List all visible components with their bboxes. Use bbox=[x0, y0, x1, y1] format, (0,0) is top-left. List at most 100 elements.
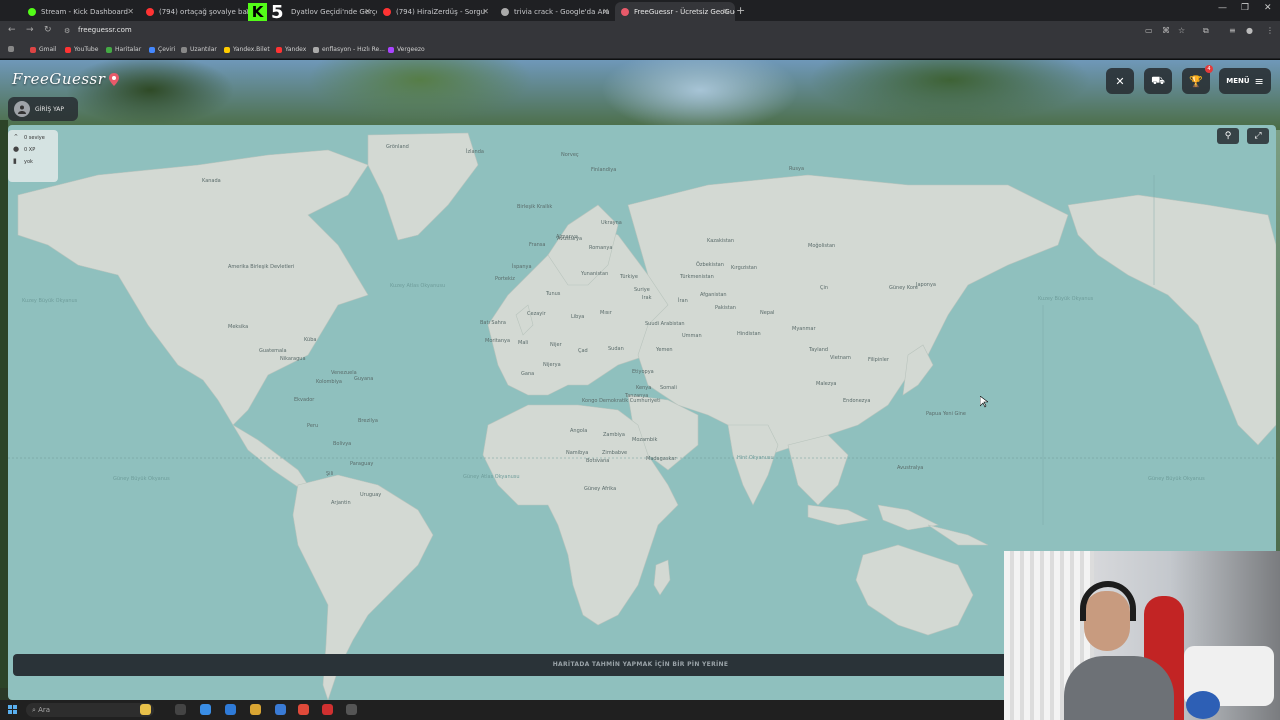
google-icon bbox=[501, 7, 509, 16]
country-label: Kongo Demokratik Cumhuriyeti bbox=[582, 398, 661, 404]
bookmark-uzantilar[interactable]: Uzantılar bbox=[181, 46, 217, 53]
minimize-icon[interactable]: — bbox=[1218, 3, 1227, 13]
browser-tab[interactable]: (794) HiraiZerdüş - Sorgu ✕ bbox=[377, 2, 495, 21]
url-field[interactable]: freeguessr.com bbox=[78, 26, 132, 34]
country-label: Somali bbox=[660, 385, 677, 391]
bookmark-haritalar[interactable]: Haritalar bbox=[106, 46, 141, 53]
country-label: Namibya bbox=[566, 450, 589, 456]
bookmark-ceviri[interactable]: Çeviri bbox=[149, 46, 175, 53]
login-button[interactable]: GİRİŞ YAP bbox=[8, 97, 78, 121]
webcam-overlay bbox=[1004, 551, 1280, 720]
map-pin-icon bbox=[109, 72, 120, 86]
country-label: Amerika Birleşik Devletleri bbox=[228, 264, 295, 270]
browser-tab-active[interactable]: FreeGuessr - Ücretsiz GeoGue ✕ bbox=[615, 2, 735, 21]
profile-icon[interactable]: ● bbox=[1246, 26, 1253, 35]
country-label: Mozambik bbox=[632, 437, 658, 443]
crossed-swords-button[interactable]: ✕ bbox=[1106, 68, 1134, 94]
youtube-icon bbox=[146, 7, 154, 16]
settings-icon[interactable] bbox=[346, 704, 357, 715]
youtube-icon bbox=[383, 7, 391, 16]
install-icon[interactable]: ▭ bbox=[1145, 26, 1153, 35]
country-label: Kenya bbox=[636, 385, 652, 391]
edge-icon[interactable] bbox=[200, 704, 211, 715]
notification-badge: 4 bbox=[1205, 65, 1213, 73]
country-label: Kazakistan bbox=[707, 238, 735, 244]
file-explorer-icon[interactable] bbox=[250, 704, 261, 715]
tab-close-icon[interactable]: ✕ bbox=[482, 7, 489, 16]
country-label: Portekiz bbox=[495, 276, 515, 282]
country-label: Çin bbox=[820, 285, 829, 291]
bookmark-yandex[interactable]: Yandex bbox=[276, 46, 306, 53]
country-label: İran bbox=[678, 298, 688, 304]
chrome-icon[interactable] bbox=[298, 704, 309, 715]
tab-close-icon[interactable]: ✕ bbox=[602, 7, 609, 16]
bookmark-youtube[interactable]: YouTube bbox=[65, 46, 98, 53]
browser-tab[interactable]: Stream - Kick Dashboard ✕ bbox=[22, 2, 140, 21]
expand-icon: ⤢ bbox=[1254, 131, 1262, 141]
country-label: Umman bbox=[682, 333, 702, 339]
menu-button[interactable]: MENÜ ≡ bbox=[1219, 68, 1271, 94]
country-label: Ekvador bbox=[294, 397, 315, 403]
country-label: Moğolistan bbox=[808, 243, 836, 249]
tab-close-icon[interactable]: ✕ bbox=[127, 7, 134, 16]
store-icon[interactable] bbox=[275, 704, 286, 715]
bookmark-vergeezo[interactable]: Vergeezo bbox=[388, 46, 425, 53]
windows-taskbar: ⌕ Ara bbox=[0, 700, 1004, 720]
country-label: Tanzanya bbox=[625, 393, 649, 399]
country-label: Nijer bbox=[550, 342, 562, 348]
country-label: Çad bbox=[578, 348, 588, 354]
task-view-icon[interactable] bbox=[175, 704, 186, 715]
browser-tab[interactable]: Dyatlov Geçidi'nde Gerçe ✕ bbox=[285, 2, 377, 21]
ocean-label: Kuzey Büyük Okyanus bbox=[22, 298, 78, 304]
trophy-icon: 🏆 bbox=[1189, 74, 1203, 88]
taskbar-search[interactable]: ⌕ Ara bbox=[26, 703, 154, 717]
widget-icon[interactable] bbox=[140, 704, 151, 715]
site-info-icon[interactable]: ⚙ bbox=[64, 27, 70, 35]
country-label: Moritanya bbox=[485, 338, 511, 344]
country-label: Libya bbox=[571, 314, 585, 320]
rank-bars-icon: ▮ bbox=[13, 157, 17, 165]
more-icon[interactable]: ⋮ bbox=[1266, 26, 1274, 35]
extensions-icon[interactable]: ⧉ bbox=[1203, 26, 1209, 36]
country-label: Myanmar bbox=[792, 326, 816, 332]
friends-button[interactable]: ⛟ bbox=[1144, 68, 1172, 94]
expand-map-button[interactable]: ⤢ bbox=[1247, 128, 1269, 144]
maximize-icon[interactable]: ❐ bbox=[1241, 3, 1249, 13]
browser-tab[interactable]: (794) ortaçağ şovalye basmeli ✕ bbox=[140, 2, 258, 21]
tab-close-icon[interactable]: ✕ bbox=[364, 7, 371, 16]
app-logo[interactable]: FreeGuessr bbox=[12, 70, 120, 88]
ocean-label: Güney Büyük Okyanus bbox=[113, 476, 170, 482]
user-avatar-icon bbox=[14, 101, 30, 117]
country-label: Afganistan bbox=[700, 292, 727, 298]
obs-icon[interactable] bbox=[322, 704, 333, 715]
bookmark-enflasyon[interactable]: enflasyon - Hızlı Re... bbox=[313, 46, 385, 53]
level-icon: ⌃ bbox=[13, 133, 19, 141]
forward-icon[interactable]: → bbox=[26, 25, 34, 35]
country-label: Nikaragua bbox=[280, 356, 306, 362]
leaderboard-button[interactable]: 🏆 4 bbox=[1182, 65, 1213, 94]
country-label: Papua Yeni Gine bbox=[926, 411, 966, 417]
close-window-icon[interactable]: ✕ bbox=[1264, 3, 1272, 13]
browser-icon[interactable] bbox=[225, 704, 236, 715]
country-label: Ukrayna bbox=[601, 220, 622, 226]
pin-map-button[interactable]: ⚲ bbox=[1217, 128, 1239, 144]
translate-icon[interactable]: ⌘ bbox=[1162, 26, 1170, 35]
bookmark-gmail[interactable]: Gmail bbox=[30, 46, 57, 53]
browser-tab[interactable]: trivia crack - Google'da Ara ✕ bbox=[495, 2, 615, 21]
browser-tab-bar: Stream - Kick Dashboard ✕ (794) ortaçağ … bbox=[0, 0, 1280, 21]
new-tab-button[interactable]: + bbox=[736, 4, 745, 17]
country-label: Tayland bbox=[809, 347, 829, 353]
country-label: Kanada bbox=[202, 178, 221, 184]
start-menu-icon[interactable] bbox=[8, 705, 17, 714]
country-label: Sudan bbox=[608, 346, 624, 352]
reload-icon[interactable]: ↻ bbox=[44, 25, 52, 35]
apps-icon[interactable] bbox=[8, 46, 14, 52]
country-label: Kırgızistan bbox=[731, 265, 758, 271]
country-label: Zambiya bbox=[603, 432, 625, 438]
media-icon[interactable]: ≡ bbox=[1229, 26, 1236, 35]
back-icon[interactable]: ← bbox=[8, 25, 16, 35]
bookmark-yandex-bilet[interactable]: Yandex.Bilet bbox=[224, 46, 270, 53]
tab-close-icon[interactable]: ✕ bbox=[722, 7, 729, 16]
bookmark-star-icon[interactable]: ☆ bbox=[1178, 26, 1185, 35]
country-label: Güney Kore bbox=[889, 285, 918, 291]
